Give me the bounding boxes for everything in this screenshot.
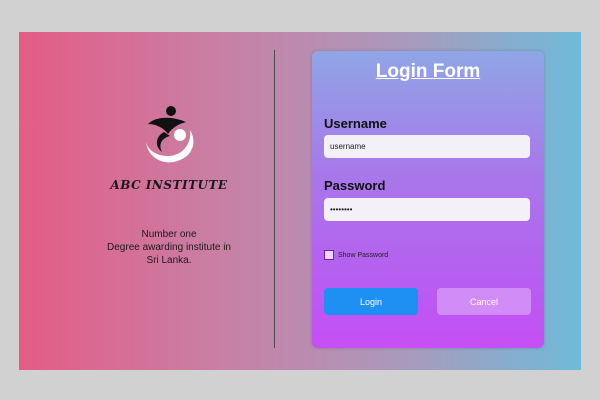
institute-logo-icon [146, 106, 194, 163]
show-password-checkbox[interactable] [324, 250, 334, 260]
tagline-line-3: Sri Lanka. [146, 255, 192, 266]
brand-panel: ABC INSTITUTE [79, 102, 259, 192]
password-label: Password [324, 178, 386, 193]
vertical-divider [274, 50, 275, 348]
username-field[interactable] [324, 135, 530, 158]
form-title: Login Form [375, 61, 481, 82]
tagline-line-2: Degree awarding institute in [107, 242, 231, 253]
login-button[interactable]: Login [324, 288, 418, 315]
tagline-line-1: Number one [141, 229, 197, 240]
tagline: Number one Degree awarding institute in … [69, 228, 269, 267]
login-window: ABC INSTITUTE Number one Degree awarding… [19, 32, 581, 370]
login-form-card: Login Form Username Password Show Passwo… [312, 51, 544, 348]
brand-name: ABC INSTITUTE [110, 178, 228, 192]
password-field[interactable] [324, 198, 530, 221]
show-password-toggle[interactable]: Show Password [324, 250, 388, 260]
username-label: Username [324, 116, 387, 131]
show-password-label: Show Password [338, 251, 389, 259]
cancel-button[interactable]: Cancel [437, 288, 531, 315]
